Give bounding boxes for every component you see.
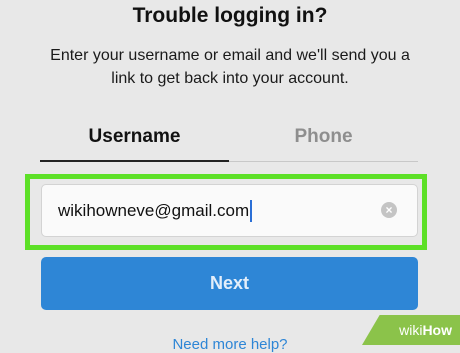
tab-active-underline xyxy=(40,160,229,162)
text-caret xyxy=(250,200,253,222)
clear-icon[interactable]: × xyxy=(381,202,397,218)
tab-inactive-underline xyxy=(229,161,418,162)
watermark-how: How xyxy=(422,322,452,338)
field-value-text: wikihowneve@gmail.com xyxy=(58,201,250,220)
watermark-wiki: wiki xyxy=(399,322,423,338)
login-method-tabs: Username Phone xyxy=(40,122,418,162)
instructions-text: Enter your username or email and we'll s… xyxy=(50,47,410,87)
next-button[interactable]: Next xyxy=(41,257,418,310)
tab-phone[interactable]: Phone xyxy=(229,122,418,162)
wikihow-watermark: wikiHow xyxy=(362,315,460,345)
page-title: Trouble logging in? xyxy=(132,4,328,27)
tab-username[interactable]: Username xyxy=(40,122,229,162)
field-value[interactable]: wikihowneve@gmail.com xyxy=(58,200,253,222)
username-email-field[interactable]: wikihowneve@gmail.com × xyxy=(41,184,418,237)
